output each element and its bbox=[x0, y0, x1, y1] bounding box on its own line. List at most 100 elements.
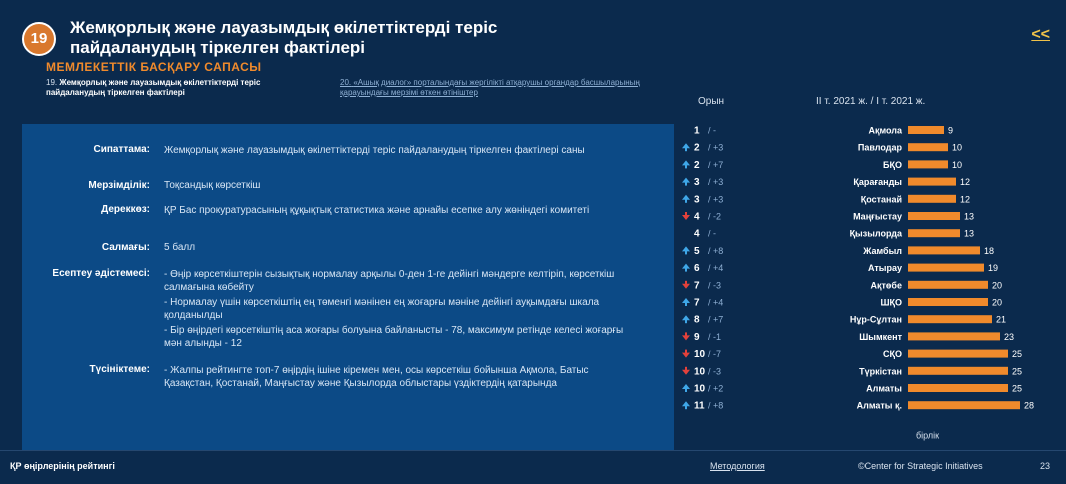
arrow-stem bbox=[685, 319, 687, 324]
rank-change-label: / +7 bbox=[708, 160, 723, 170]
value-label: 10 bbox=[952, 143, 962, 153]
comment-key: Түсініктеме: bbox=[89, 364, 150, 375]
bar bbox=[908, 332, 1000, 341]
bar bbox=[908, 263, 984, 272]
bar bbox=[908, 194, 956, 203]
arrow-stem bbox=[685, 198, 687, 203]
bar bbox=[908, 401, 1020, 410]
indicator-number-badge: 19 bbox=[22, 22, 56, 56]
comment-value: - Жалпы рейтингте топ-7 өңірдің ішіне кі… bbox=[164, 365, 589, 389]
value-label: 12 bbox=[960, 177, 970, 187]
arrow-stem bbox=[685, 366, 687, 371]
bar bbox=[908, 349, 1008, 358]
value-label: 10 bbox=[952, 160, 962, 170]
weight-key: Салмағы: bbox=[101, 242, 150, 253]
arrow-stem bbox=[685, 280, 687, 285]
rank-label: 8 bbox=[694, 315, 700, 326]
header: 19 Жемқорлық және лауазымдық өкілеттікте… bbox=[0, 0, 1066, 58]
arrow-stem bbox=[685, 388, 687, 392]
arrow-stem bbox=[685, 164, 687, 169]
rank-change-label: / +8 bbox=[708, 401, 723, 411]
rank-label: 3 bbox=[694, 177, 700, 188]
bar bbox=[908, 212, 960, 220]
bar bbox=[908, 229, 960, 238]
rank-change-label: / -1 bbox=[708, 332, 721, 342]
arrow-stem bbox=[685, 267, 687, 272]
indicator-next-link[interactable]: 20. «Ашық диалог» порталындағы жергілікт… bbox=[340, 78, 660, 98]
rank-label: 7 bbox=[694, 298, 700, 309]
arrow-stem bbox=[685, 147, 687, 152]
rank-label: 5 bbox=[694, 246, 700, 257]
rank-change-label: / -2 bbox=[708, 212, 721, 222]
value-label: 13 bbox=[964, 229, 974, 239]
unit-label: бірлік bbox=[916, 430, 939, 440]
back-button[interactable]: << bbox=[1031, 26, 1050, 44]
region-label: Нұр-Сұлтан bbox=[850, 315, 902, 325]
indicator-current[interactable]: 19. Жемқорлық және лауазымдық өкілеттікт… bbox=[46, 78, 316, 98]
rank-label: 3 bbox=[694, 194, 700, 205]
weight-value: 5 балл bbox=[164, 242, 196, 253]
bar bbox=[908, 384, 1008, 392]
indicator-next-number: 20. bbox=[340, 78, 352, 87]
info-panel: Сипаттама: Жемқорлық және лауазымдық өкі… bbox=[22, 124, 674, 450]
page-title: Жемқорлық және лауазымдық өкілеттіктерді… bbox=[70, 18, 497, 58]
value-label: 21 bbox=[996, 315, 1006, 325]
region-label: Қостанай bbox=[861, 194, 902, 204]
title-line-1: Жемқорлық және лауазымдық өкілеттіктерді… bbox=[70, 18, 498, 37]
method-key: Есептеу әдістемесі: bbox=[52, 268, 150, 279]
title-line-2: пайдаланудың тіркелген фактілері bbox=[70, 38, 366, 57]
rank-label: 11 bbox=[694, 401, 705, 412]
indicator-current-title: Жемқорлық және лауазымдық өкілеттіктерді… bbox=[46, 78, 261, 97]
region-label: Жамбыл bbox=[862, 246, 902, 256]
rank-change-label: / +3 bbox=[708, 177, 723, 187]
value-label: 20 bbox=[992, 280, 1002, 290]
bar bbox=[908, 177, 956, 186]
periodicity-value: Тоқсандық көрсеткіш bbox=[164, 180, 261, 191]
rank-change-label: / +3 bbox=[708, 143, 723, 153]
region-label: Алматы bbox=[866, 384, 902, 394]
value-label: 18 bbox=[984, 246, 994, 256]
bar bbox=[908, 160, 948, 169]
section-label: МЕМЛЕКЕТТІК БАСҚАРУ САПАСЫ bbox=[46, 60, 262, 74]
rank-label: 2 bbox=[694, 143, 700, 154]
footer: ҚР өңірлерінің рейтингі Методология ©Cen… bbox=[0, 450, 1066, 484]
bar bbox=[908, 246, 980, 255]
description-key: Сипаттама: bbox=[93, 144, 150, 155]
slide: 19 Жемқорлық және лауазымдық өкілеттікте… bbox=[0, 0, 1066, 484]
rank-label: 9 bbox=[694, 332, 700, 343]
rank-change-label: / +4 bbox=[708, 298, 723, 308]
rank-label: 2 bbox=[694, 160, 700, 171]
rank-label: 10 bbox=[694, 384, 706, 395]
bar bbox=[908, 126, 944, 134]
rank-change-label: / - bbox=[708, 126, 716, 136]
value-label: 12 bbox=[960, 194, 970, 204]
region-label: Қызылорда bbox=[850, 229, 903, 239]
footer-title: ҚР өңірлерінің рейтингі bbox=[10, 461, 115, 471]
rank-label: 7 bbox=[694, 280, 700, 291]
arrow-stem bbox=[685, 302, 687, 306]
bar bbox=[908, 366, 1008, 375]
arrow-stem bbox=[685, 212, 687, 216]
rank-label: 10 bbox=[694, 349, 706, 360]
arrow-stem bbox=[685, 332, 687, 337]
rank-change-label: / -3 bbox=[708, 280, 721, 290]
ranking-chart: Орын II т. 2021 ж. / I т. 2021 ж. 1/ - Ақ… bbox=[676, 90, 1066, 450]
methodology-link[interactable]: Методология bbox=[710, 461, 765, 471]
region-label: Ақмола bbox=[868, 126, 903, 136]
region-label: СҚО bbox=[883, 349, 902, 359]
bar bbox=[908, 315, 992, 324]
region-label: Алматы қ. bbox=[857, 401, 902, 411]
value-label: 19 bbox=[988, 263, 998, 273]
arrow-stem bbox=[685, 181, 687, 186]
rank-change-label: / +8 bbox=[708, 246, 723, 256]
bar bbox=[908, 280, 988, 289]
rank-change-label: / +2 bbox=[708, 384, 723, 394]
rank-label: 6 bbox=[694, 263, 700, 274]
description-value: Жемқорлық және лауазымдық өкілеттіктерді… bbox=[164, 145, 585, 156]
region-label: Маңғыстау bbox=[853, 212, 902, 222]
value-label: 20 bbox=[992, 298, 1002, 308]
rank-change-label: / +7 bbox=[708, 315, 723, 325]
region-label: БҚО bbox=[883, 160, 902, 170]
page-number: 23 bbox=[1040, 461, 1051, 471]
source-value: ҚР Бас прокуратурасының құқықтық статист… bbox=[164, 205, 590, 216]
